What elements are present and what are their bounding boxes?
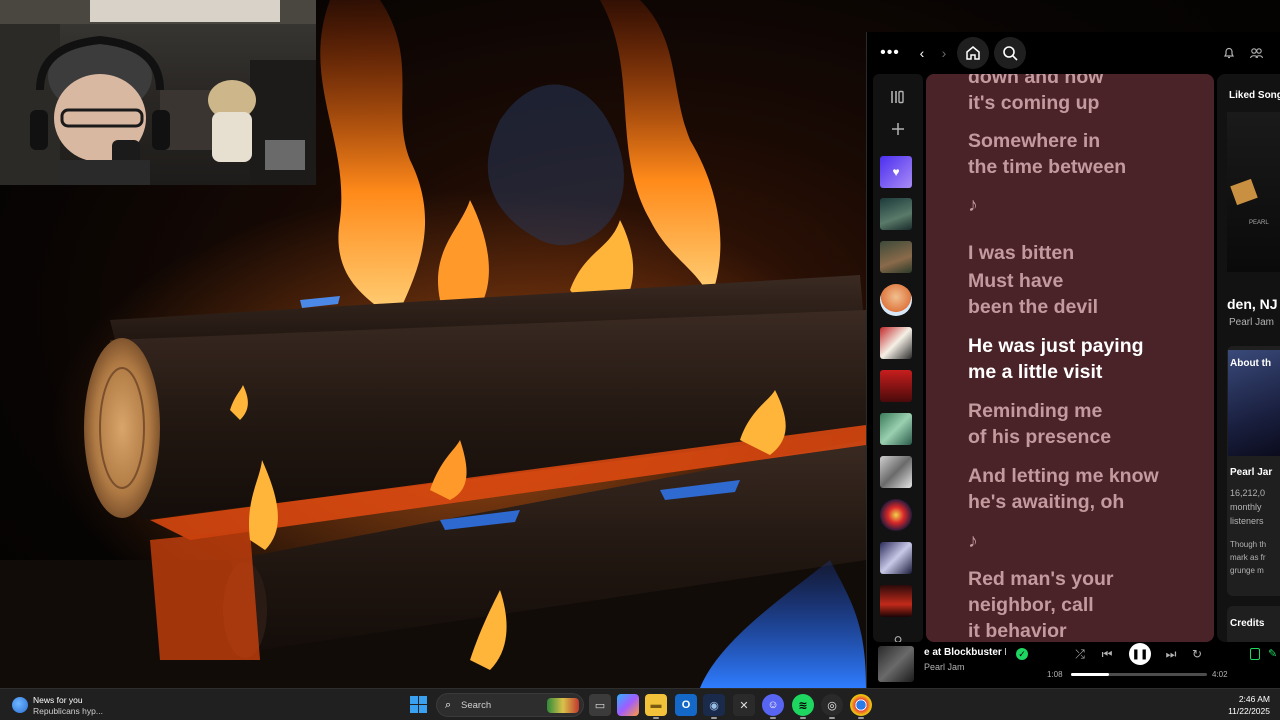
- artist-bio-line: Though th: [1230, 540, 1267, 549]
- search-icon: ⌕: [445, 699, 452, 711]
- spotify-window: ••• ‹ › ♥ ⚲ down and now it's coming up …: [866, 32, 1280, 688]
- plus-icon[interactable]: [885, 116, 911, 142]
- search-highlight-image: [547, 698, 579, 713]
- lyric-line[interactable]: down and now it's coming up: [968, 74, 1198, 116]
- spotify-icon[interactable]: ≋: [792, 694, 814, 719]
- notifications-button[interactable]: [1220, 44, 1238, 62]
- album-art-figure: [1230, 178, 1258, 206]
- artist-link[interactable]: Pearl Jam: [1229, 317, 1274, 328]
- credits-label: Credits: [1230, 618, 1265, 629]
- library-item[interactable]: [880, 327, 912, 359]
- artist-bio-line: mark as fr: [1230, 553, 1266, 562]
- taskbar-search[interactable]: ⌕ Search: [436, 693, 584, 717]
- lyric-line[interactable]: ♪: [968, 528, 1198, 554]
- track-title-truncated: den, NJ: [1227, 296, 1278, 312]
- library-item[interactable]: [880, 198, 912, 230]
- progress-bar[interactable]: [1071, 673, 1207, 676]
- clock-time: 2:46 AM: [1238, 694, 1270, 704]
- taskbar-search-label: Search: [461, 700, 492, 711]
- webcam-overlay: [0, 0, 316, 185]
- library-item[interactable]: [880, 542, 912, 574]
- news-subtitle: Republicans hyp...: [33, 706, 103, 716]
- lyric-line[interactable]: Red man's your neighbor, call it behavio…: [968, 566, 1198, 642]
- now-playing-artist[interactable]: Pearl Jam: [924, 662, 965, 672]
- heart-icon: ♥: [892, 165, 900, 179]
- lyric-line[interactable]: I was bitten: [968, 240, 1198, 266]
- shuffle-button[interactable]: ⤮: [1071, 645, 1089, 663]
- forward-button[interactable]: ›: [936, 43, 952, 63]
- library-item[interactable]: [880, 585, 912, 617]
- clock-date: 11/22/2025: [1228, 706, 1270, 716]
- lyrics-panel: down and now it's coming up Somewhere in …: [926, 74, 1214, 642]
- album-art: PEARL: [1227, 112, 1280, 272]
- lyric-line[interactable]: Reminding me of his presence: [968, 398, 1198, 450]
- monthly-listeners-label-2: listeners: [1230, 516, 1264, 526]
- now-playing-panel: Liked Song PEARL den, NJ Pearl Jam About…: [1217, 74, 1280, 642]
- library-item[interactable]: [880, 413, 912, 445]
- library-item[interactable]: [880, 370, 912, 402]
- search-icon: [1003, 46, 1018, 61]
- lyric-line-active[interactable]: He was just paying me a little visit: [968, 333, 1198, 385]
- library-item[interactable]: [880, 499, 912, 531]
- more-options-button[interactable]: •••: [879, 43, 901, 63]
- library-sidebar: ♥ ⚲: [873, 74, 923, 642]
- current-time: 1:08: [1047, 670, 1063, 679]
- steam-icon[interactable]: ◉: [703, 694, 725, 719]
- file-explorer-icon[interactable]: ▭: [589, 694, 611, 716]
- news-title: News for you: [33, 695, 83, 705]
- previous-button[interactable]: ⏮: [1098, 645, 1116, 663]
- lyric-line[interactable]: Must have been the devil: [968, 268, 1198, 320]
- system-clock[interactable]: 2:46 AM 11/22/2025: [1200, 693, 1270, 717]
- library-artist-item[interactable]: [880, 284, 912, 316]
- spotify-top-bar: ••• ‹ ›: [867, 32, 1280, 74]
- now-playing-art[interactable]: [878, 646, 914, 682]
- now-playing-header[interactable]: Liked Song: [1229, 90, 1280, 101]
- obs-icon[interactable]: ◎: [821, 694, 843, 719]
- folder-icon[interactable]: ▬: [645, 694, 667, 719]
- webcam-image: [0, 0, 316, 185]
- lyric-line[interactable]: Somewhere in the time between: [968, 128, 1198, 180]
- now-playing-title[interactable]: e at Blockbuster M: [924, 647, 1006, 658]
- about-artist-name: Pearl Jar: [1230, 467, 1273, 478]
- credits-card[interactable]: Credits: [1227, 606, 1280, 642]
- back-button[interactable]: ‹: [914, 43, 930, 63]
- about-artist-card[interactable]: About th Pearl Jar 16,212,0 monthly list…: [1227, 346, 1280, 596]
- copilot-icon[interactable]: [617, 694, 639, 716]
- monthly-listeners-label: monthly: [1230, 502, 1262, 512]
- home-button[interactable]: [957, 37, 989, 69]
- now-playing-view-icon[interactable]: [1250, 648, 1260, 660]
- pause-button[interactable]: ❚❚: [1129, 643, 1151, 665]
- repeat-button[interactable]: ↻: [1188, 645, 1206, 663]
- lyric-line[interactable]: ♪: [968, 192, 1198, 218]
- liked-songs-playlist[interactable]: ♥: [880, 156, 912, 188]
- outlook-icon[interactable]: O: [675, 694, 697, 716]
- library-item[interactable]: [880, 241, 912, 273]
- library-item[interactable]: [880, 456, 912, 488]
- user-icon[interactable]: ⚲: [885, 628, 911, 642]
- lyrics-mic-icon[interactable]: ✎: [1268, 648, 1280, 660]
- progress-fill: [1071, 673, 1110, 676]
- artist-bio-line: grunge m: [1230, 566, 1264, 575]
- monthly-listeners-count: 16,212,0: [1230, 488, 1266, 498]
- next-button[interactable]: ⏭: [1162, 645, 1180, 663]
- album-art-label: PEARL: [1249, 220, 1269, 226]
- chrome-icon[interactable]: [850, 694, 872, 719]
- about-artist-label: About th: [1230, 358, 1272, 369]
- home-icon: [966, 46, 980, 60]
- total-time: 4:02: [1212, 670, 1228, 679]
- search-button[interactable]: [994, 37, 1026, 69]
- discord-icon[interactable]: ☺: [762, 694, 784, 719]
- lyric-line[interactable]: And letting me know he's awaiting, oh: [968, 463, 1198, 515]
- friend-activity-button[interactable]: [1247, 44, 1265, 62]
- bell-icon: [1224, 47, 1234, 59]
- friends-icon: [1249, 48, 1263, 59]
- xbox-icon[interactable]: ✕: [733, 694, 755, 716]
- library-icon[interactable]: [885, 84, 911, 110]
- windows-taskbar: News for you Republicans hyp... ⌕ Search…: [0, 688, 1280, 720]
- saved-check-icon[interactable]: ✓: [1016, 648, 1028, 660]
- news-icon: [12, 697, 28, 713]
- start-button[interactable]: [410, 696, 428, 714]
- player-bar: e at Blockbuster M Pearl Jam ✓ ⤮ ⏮ ❚❚ ⏭ …: [867, 642, 1280, 688]
- news-widget[interactable]: News for you Republicans hyp...: [12, 692, 122, 718]
